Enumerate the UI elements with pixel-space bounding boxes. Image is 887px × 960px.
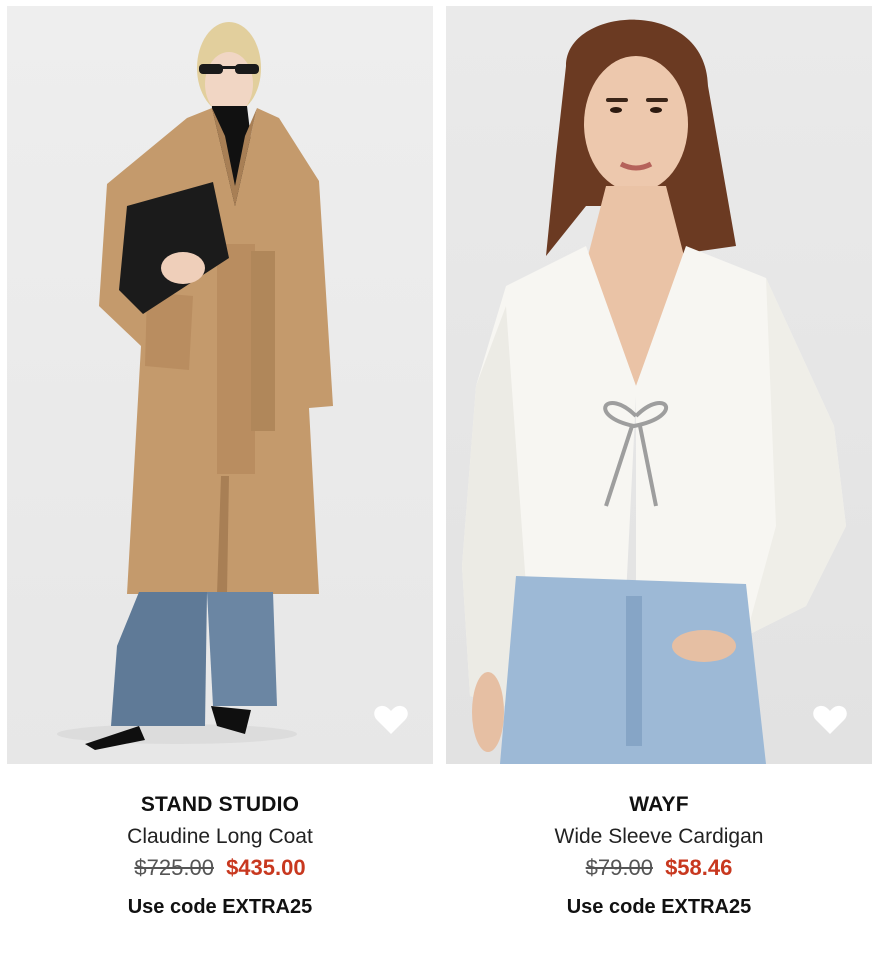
product-info[interactable]: WAYF Wide Sleeve Cardigan $79.00 $58.46 … (446, 792, 872, 920)
product-grid: STAND STUDIO Claudine Long Coat $725.00 … (0, 0, 887, 960)
product-info[interactable]: STAND STUDIO Claudine Long Coat $725.00 … (7, 792, 433, 920)
original-price: $79.00 (585, 855, 653, 880)
product-card[interactable]: STAND STUDIO Claudine Long Coat $725.00 … (7, 6, 433, 920)
cardigan-model-illustration (462, 19, 846, 764)
coat-model-illustration (57, 22, 333, 750)
sale-price: $435.00 (226, 855, 306, 880)
sale-price: $58.46 (665, 855, 733, 880)
promo-code: Use code EXTRA25 (127, 896, 313, 918)
product-image[interactable] (446, 6, 872, 764)
product-name[interactable]: Claudine Long Coat (7, 822, 433, 852)
product-card[interactable]: WAYF Wide Sleeve Cardigan $79.00 $58.46 … (446, 6, 872, 920)
product-image[interactable] (7, 6, 433, 764)
heart-icon[interactable] (373, 704, 409, 736)
original-price: $725.00 (134, 855, 214, 880)
promo-code: Use code EXTRA25 (566, 896, 752, 918)
heart-icon[interactable] (812, 704, 848, 736)
product-prices: $725.00 $435.00 (7, 854, 433, 882)
product-prices: $79.00 $58.46 (446, 854, 872, 882)
product-brand[interactable]: STAND STUDIO (7, 792, 433, 818)
product-brand[interactable]: WAYF (446, 792, 872, 818)
product-name[interactable]: Wide Sleeve Cardigan (446, 822, 872, 852)
